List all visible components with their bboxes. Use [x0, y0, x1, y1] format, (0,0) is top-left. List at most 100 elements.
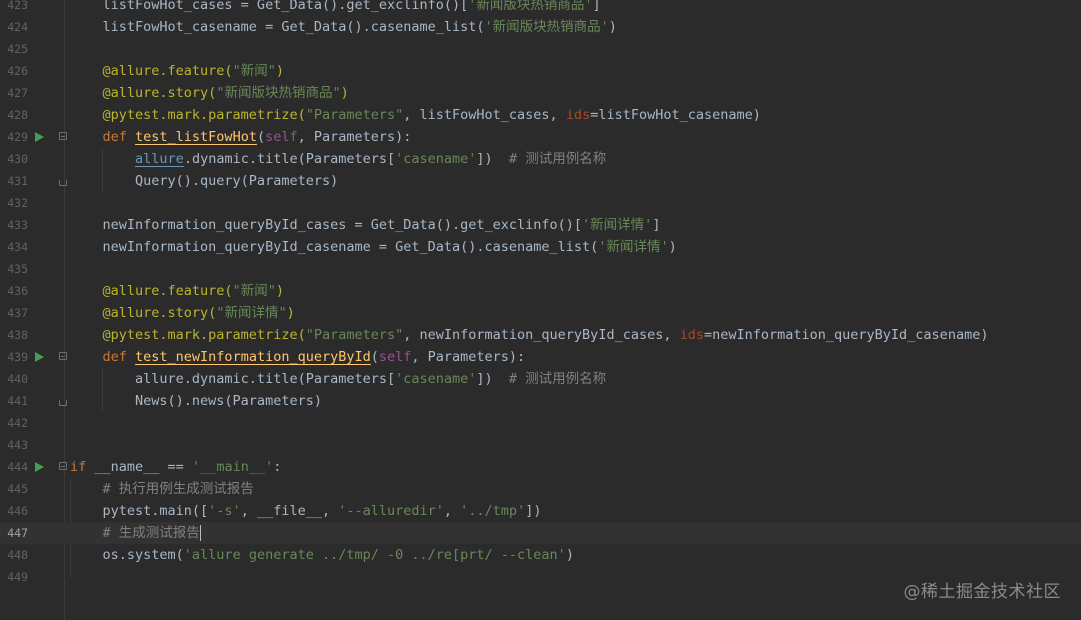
- code-token: ids: [679, 327, 704, 343]
- code-line[interactable]: 432: [0, 192, 1081, 214]
- code-token: @allure.feature(: [70, 63, 233, 79]
- run-gutter-icon[interactable]: [35, 352, 44, 362]
- line-number[interactable]: 438: [0, 324, 28, 346]
- code-line[interactable]: 423 listFowHot_cases = Get_Data().get_ex…: [0, 0, 1081, 16]
- code-line[interactable]: 447 # 生成测试报告: [0, 522, 1081, 544]
- line-number[interactable]: 426: [0, 60, 28, 82]
- line-number[interactable]: 434: [0, 236, 28, 258]
- code-text[interactable]: listFowHot_cases = Get_Data().get_exclin…: [70, 0, 601, 16]
- code-token: test_listFowHot: [135, 129, 257, 145]
- code-line[interactable]: 438 @pytest.mark.parametrize("Parameters…: [0, 324, 1081, 346]
- code-text[interactable]: @pytest.mark.parametrize("Parameters", n…: [70, 324, 989, 346]
- code-token: allure: [135, 151, 184, 167]
- code-line[interactable]: 431 Query().query(Parameters): [0, 170, 1081, 192]
- code-text[interactable]: # 执行用例生成测试报告: [70, 478, 254, 500]
- code-line[interactable]: 436 @allure.feature("新闻"): [0, 280, 1081, 302]
- code-text[interactable]: newInformation_queryById_casename = Get_…: [70, 236, 677, 258]
- code-line[interactable]: 426 @allure.feature("新闻"): [0, 60, 1081, 82]
- fold-collapse-icon[interactable]: [59, 352, 67, 360]
- line-number[interactable]: 433: [0, 214, 28, 236]
- line-number[interactable]: 428: [0, 104, 28, 126]
- line-number[interactable]: 446: [0, 500, 28, 522]
- code-text[interactable]: @allure.feature("新闻"): [70, 60, 284, 82]
- text-cursor: [199, 525, 201, 541]
- code-line[interactable]: 434 newInformation_queryById_casename = …: [0, 236, 1081, 258]
- code-text[interactable]: allure.dynamic.title(Parameters['casenam…: [70, 148, 606, 170]
- line-number[interactable]: 435: [0, 258, 28, 280]
- code-line[interactable]: 439 def test_newInformation_queryById(se…: [0, 346, 1081, 368]
- code-line[interactable]: 446 pytest.main(['-s', __file__, '--allu…: [0, 500, 1081, 522]
- line-number[interactable]: 449: [0, 566, 28, 588]
- code-token: .dynamic.title(Parameters[: [183, 151, 396, 167]
- code-token: listFowHot_casename = Get_Data().casenam…: [70, 19, 485, 35]
- code-editor[interactable]: 423 listFowHot_cases = Get_Data().get_ex…: [0, 0, 1081, 588]
- code-line[interactable]: 427 @allure.story("新闻版块热销商品"): [0, 82, 1081, 104]
- fold-collapse-icon[interactable]: [59, 462, 67, 470]
- code-text[interactable]: pytest.main(['-s', __file__, '--alluredi…: [70, 500, 542, 522]
- code-text[interactable]: Query().query(Parameters): [70, 170, 338, 192]
- code-text[interactable]: def test_listFowHot(self, Parameters):: [70, 126, 412, 148]
- line-number[interactable]: 431: [0, 170, 28, 192]
- line-number[interactable]: 439: [0, 346, 28, 368]
- code-token: ): [608, 19, 617, 35]
- line-number[interactable]: 425: [0, 38, 28, 60]
- code-line[interactable]: 443: [0, 434, 1081, 456]
- code-line[interactable]: 437 @allure.story("新闻详情"): [0, 302, 1081, 324]
- line-number[interactable]: 429: [0, 126, 28, 148]
- line-number[interactable]: 443: [0, 434, 28, 456]
- code-text[interactable]: @allure.story("新闻版块热销商品"): [70, 82, 349, 104]
- code-line[interactable]: 430 allure.dynamic.title(Parameters['cas…: [0, 148, 1081, 170]
- code-line[interactable]: 424 listFowHot_casename = Get_Data().cas…: [0, 16, 1081, 38]
- line-number[interactable]: 441: [0, 390, 28, 412]
- code-line[interactable]: 428 @pytest.mark.parametrize("Parameters…: [0, 104, 1081, 126]
- code-text[interactable]: @pytest.mark.parametrize("Parameters", l…: [70, 104, 761, 126]
- line-number[interactable]: 432: [0, 192, 28, 214]
- code-line[interactable]: 435: [0, 258, 1081, 280]
- code-text[interactable]: newInformation_queryById_cases = Get_Dat…: [70, 214, 661, 236]
- code-token: ): [286, 305, 295, 321]
- code-line[interactable]: 429 def test_listFowHot(self, Parameters…: [0, 126, 1081, 148]
- code-line[interactable]: 444 if __name__ == '__main__':: [0, 456, 1081, 478]
- code-line[interactable]: 445 # 执行用例生成测试报告: [0, 478, 1081, 500]
- code-text[interactable]: # 生成测试报告: [70, 522, 201, 544]
- fold-end-icon[interactable]: [59, 180, 67, 186]
- line-number[interactable]: 445: [0, 478, 28, 500]
- fold-collapse-icon[interactable]: [59, 132, 67, 140]
- code-text[interactable]: listFowHot_casename = Get_Data().casenam…: [70, 16, 617, 38]
- code-text[interactable]: @allure.story("新闻详情"): [70, 302, 295, 324]
- code-token: @allure.story(: [70, 305, 217, 321]
- line-number[interactable]: 442: [0, 412, 28, 434]
- line-number[interactable]: 448: [0, 544, 28, 566]
- code-text[interactable]: os.system('allure generate ../tmp/ -0 ..…: [70, 544, 574, 566]
- line-number[interactable]: 424: [0, 16, 28, 38]
- line-number[interactable]: 436: [0, 280, 28, 302]
- code-token: '新闻详情': [598, 239, 669, 255]
- fold-end-icon[interactable]: [59, 400, 67, 406]
- run-gutter-icon[interactable]: [35, 462, 44, 472]
- run-gutter-icon[interactable]: [35, 132, 44, 142]
- code-token: '../tmp': [460, 503, 526, 519]
- line-number[interactable]: 423: [0, 0, 28, 16]
- code-text[interactable]: if __name__ == '__main__':: [70, 456, 281, 478]
- code-text[interactable]: allure.dynamic.title(Parameters['casenam…: [70, 368, 606, 390]
- code-line[interactable]: 425: [0, 38, 1081, 60]
- line-number[interactable]: 447: [0, 522, 28, 544]
- line-number[interactable]: 440: [0, 368, 28, 390]
- line-number[interactable]: 437: [0, 302, 28, 324]
- line-number[interactable]: 427: [0, 82, 28, 104]
- code-token: , __file__,: [240, 503, 339, 519]
- code-line[interactable]: 442: [0, 412, 1081, 434]
- line-number[interactable]: 430: [0, 148, 28, 170]
- code-text[interactable]: @allure.feature("新闻"): [70, 280, 284, 302]
- code-line[interactable]: 440 allure.dynamic.title(Parameters['cas…: [0, 368, 1081, 390]
- code-token: (: [256, 129, 266, 145]
- code-text[interactable]: def test_newInformation_queryById(self, …: [70, 346, 526, 368]
- code-line[interactable]: 433 newInformation_queryById_cases = Get…: [0, 214, 1081, 236]
- line-number[interactable]: 444: [0, 456, 28, 478]
- code-text[interactable]: News().news(Parameters): [70, 390, 322, 412]
- code-token: ]): [525, 503, 542, 519]
- code-token: "新闻": [232, 63, 276, 79]
- code-line[interactable]: 448 os.system('allure generate ../tmp/ -…: [0, 544, 1081, 566]
- code-line[interactable]: 441 News().news(Parameters): [0, 390, 1081, 412]
